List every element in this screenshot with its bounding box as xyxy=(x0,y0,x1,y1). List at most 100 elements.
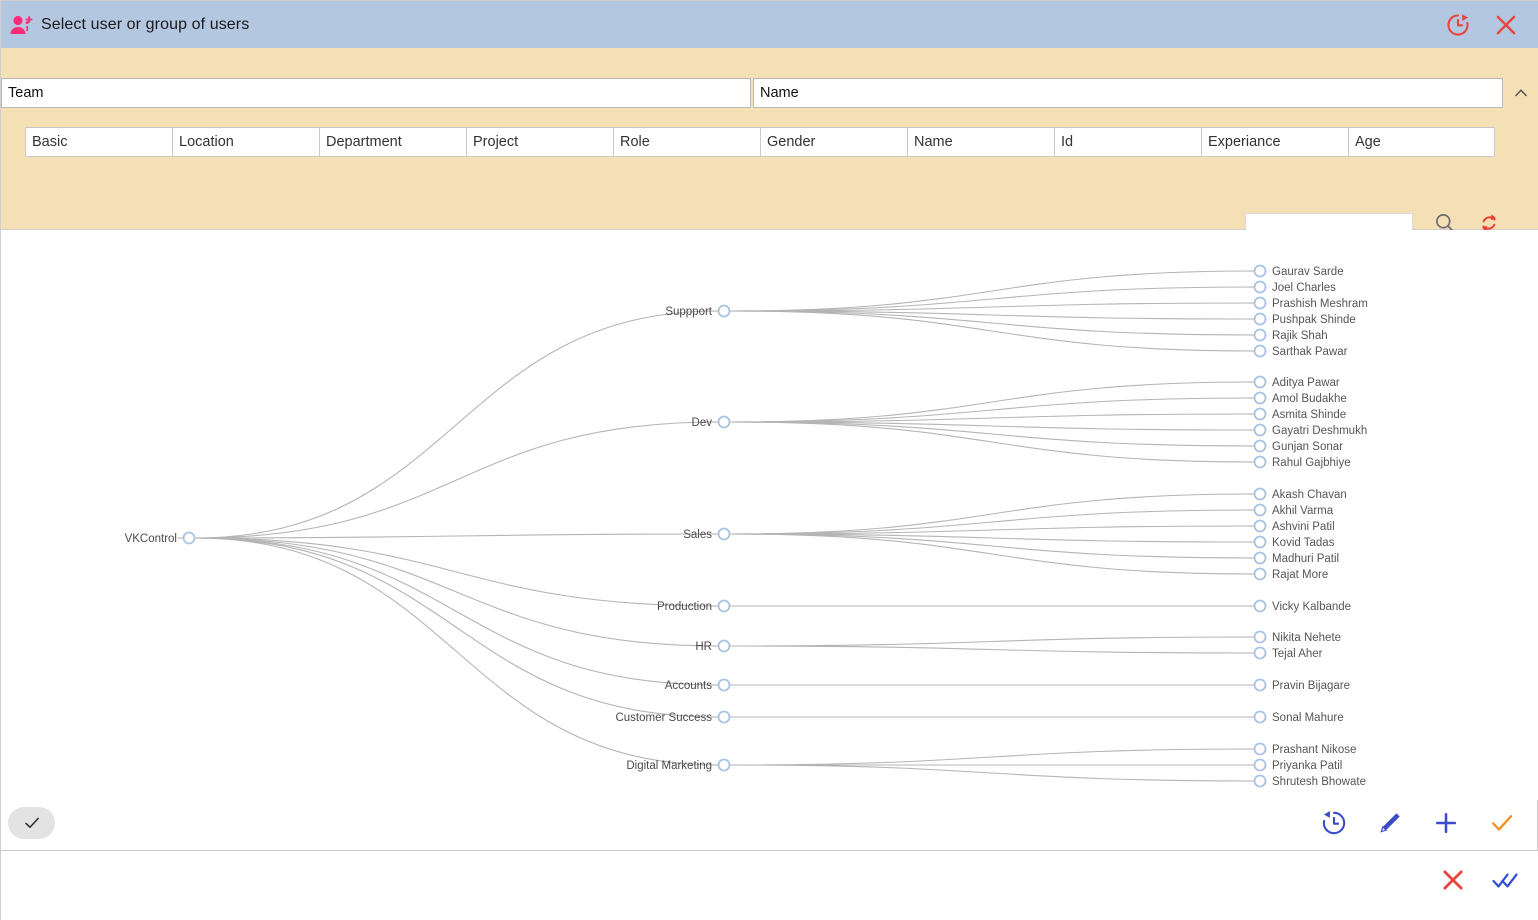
history-icon[interactable] xyxy=(1319,808,1349,838)
tree-node-label[interactable]: Production xyxy=(657,601,712,613)
tree-node-circle[interactable] xyxy=(1253,487,1267,501)
tree-node-circle[interactable] xyxy=(717,527,731,541)
team-field[interactable]: Team xyxy=(1,78,751,108)
tree-node-label[interactable]: Kovid Tadas xyxy=(1272,537,1335,549)
tree-link xyxy=(729,764,1255,782)
tree-node-label[interactable]: Sarthak Pawar xyxy=(1272,346,1348,358)
tree-node-label[interactable]: Prashant Nikose xyxy=(1272,744,1356,756)
tree-node-circle[interactable] xyxy=(717,415,731,429)
tree-node-label[interactable]: Gayatri Deshmukh xyxy=(1272,425,1367,437)
tree-node-circle[interactable] xyxy=(717,678,731,692)
filter-column-basic[interactable]: Basic xyxy=(25,127,172,157)
tree-node-circle[interactable] xyxy=(1253,758,1267,772)
tree-node-label[interactable]: Nikita Nehete xyxy=(1272,632,1341,644)
filter-column-gender[interactable]: Gender xyxy=(760,127,907,157)
select-all-button[interactable] xyxy=(8,807,55,839)
tree-node-label[interactable]: Joel Charles xyxy=(1272,282,1336,294)
tree-node-label[interactable]: Suppport xyxy=(665,306,712,318)
tree-node-label[interactable]: Accounts xyxy=(665,680,713,692)
tree-node-circle[interactable] xyxy=(1253,407,1267,421)
tree-node-label[interactable]: Gaurav Sarde xyxy=(1272,266,1344,278)
tree-node-label[interactable]: Digital Marketing xyxy=(626,760,712,772)
tree-node-circle[interactable] xyxy=(1253,439,1267,453)
tree-node-circle[interactable] xyxy=(1253,423,1267,437)
filter-column-project[interactable]: Project xyxy=(466,127,613,157)
tree-node-circle[interactable] xyxy=(1253,455,1267,469)
tree-node-label[interactable]: Sonal Mahure xyxy=(1272,712,1344,724)
tree-node-circle[interactable] xyxy=(1253,599,1267,613)
check-icon[interactable] xyxy=(1487,808,1517,838)
tree-link xyxy=(729,270,1255,312)
check-icon xyxy=(24,817,39,828)
tree-node-circle[interactable] xyxy=(1253,742,1267,756)
filter-column-age[interactable]: Age xyxy=(1348,127,1495,157)
filter-column-experiance[interactable]: Experiance xyxy=(1201,127,1348,157)
name-field[interactable]: Name xyxy=(753,78,1503,108)
tree-node-label[interactable]: Sales xyxy=(683,529,712,541)
tree-node-circle[interactable] xyxy=(1253,567,1267,581)
tree-node-label[interactable]: Madhuri Patil xyxy=(1272,553,1339,565)
tree-node-label[interactable]: Akhil Varma xyxy=(1272,505,1334,517)
tree-node-label[interactable]: Tejal Aher xyxy=(1272,648,1323,660)
tree-node-circle[interactable] xyxy=(717,710,731,724)
filter-column-name[interactable]: Name xyxy=(907,127,1054,157)
tree-node-circle[interactable] xyxy=(1253,264,1267,278)
tree-node-label[interactable]: Asmita Shinde xyxy=(1272,409,1346,421)
team-field-label: Team xyxy=(8,85,44,101)
tree-node-circle[interactable] xyxy=(717,639,731,653)
close-icon[interactable] xyxy=(1439,866,1467,894)
tree-node-circle[interactable] xyxy=(1253,551,1267,565)
collapse-panel-button[interactable] xyxy=(1503,78,1538,108)
tree-node-label[interactable]: Pushpak Shinde xyxy=(1272,314,1356,326)
history-refresh-icon[interactable] xyxy=(1445,12,1471,38)
tree-node-label[interactable]: Shrutesh Bhowate xyxy=(1272,776,1366,788)
tree-node-circle[interactable] xyxy=(1253,280,1267,294)
tree-node-label[interactable]: Vicky Kalbande xyxy=(1272,601,1351,613)
tree-link xyxy=(194,537,719,647)
tree-node-label[interactable]: Priyanka Patil xyxy=(1272,760,1342,772)
double-check-icon[interactable] xyxy=(1491,866,1519,894)
filter-column-location[interactable]: Location xyxy=(172,127,319,157)
tree-node-circle[interactable] xyxy=(1253,630,1267,644)
org-tree-canvas[interactable]: VKControl Suppport Gaurav Sarde Joel Charle… xyxy=(1,230,1538,800)
tree-node-circle[interactable] xyxy=(1253,535,1267,549)
tree-node-label[interactable]: Amol Budakhe xyxy=(1272,393,1347,405)
tree-node-label[interactable]: Gunjan Sonar xyxy=(1272,441,1343,453)
tree-node-label[interactable]: Rajat More xyxy=(1272,569,1328,581)
filter-column-role[interactable]: Role xyxy=(613,127,760,157)
tree-node-circle[interactable] xyxy=(1253,710,1267,724)
filter-column-id[interactable]: Id xyxy=(1054,127,1201,157)
plus-icon[interactable] xyxy=(1431,808,1461,838)
filter-column-department[interactable]: Department xyxy=(319,127,466,157)
tree-node-circle[interactable] xyxy=(1253,296,1267,310)
close-icon[interactable] xyxy=(1493,12,1519,38)
tree-node-circle[interactable] xyxy=(717,758,731,772)
tree-node-circle[interactable] xyxy=(1253,519,1267,533)
tree-node-circle[interactable] xyxy=(1253,774,1267,788)
tree-node-circle[interactable] xyxy=(717,599,731,613)
filter-column-label: Basic xyxy=(32,134,68,150)
tree-node-label[interactable]: Akash Chavan xyxy=(1272,489,1347,501)
tree-node-label[interactable]: VKControl xyxy=(125,533,177,545)
tree-node-circle[interactable] xyxy=(1253,391,1267,405)
tree-node-label[interactable]: Ashvini Patil xyxy=(1272,521,1335,533)
tree-node-circle[interactable] xyxy=(1253,503,1267,517)
filter-column-label: Age xyxy=(1355,134,1381,150)
tree-node-label[interactable]: Aditya Pawar xyxy=(1272,377,1340,389)
tree-node-circle[interactable] xyxy=(182,531,196,545)
tree-node-circle[interactable] xyxy=(1253,646,1267,660)
tree-node-circle[interactable] xyxy=(717,304,731,318)
tree-node-label[interactable]: Pravin Bijagare xyxy=(1272,680,1350,692)
tree-node-label[interactable]: Dev xyxy=(692,417,713,429)
tree-node-circle[interactable] xyxy=(1253,678,1267,692)
tree-node-circle[interactable] xyxy=(1253,375,1267,389)
tree-node-label[interactable]: Rajik Shah xyxy=(1272,330,1328,342)
tree-node-circle[interactable] xyxy=(1253,312,1267,326)
tree-node-circle[interactable] xyxy=(1253,328,1267,342)
tree-node-label[interactable]: Customer Success xyxy=(615,712,712,724)
tree-node-label[interactable]: HR xyxy=(695,641,712,653)
pencil-icon[interactable] xyxy=(1375,808,1405,838)
tree-node-label[interactable]: Prashish Meshram xyxy=(1272,298,1368,310)
tree-node-circle[interactable] xyxy=(1253,344,1267,358)
tree-node-label[interactable]: Rahul Gajbhiye xyxy=(1272,457,1351,469)
